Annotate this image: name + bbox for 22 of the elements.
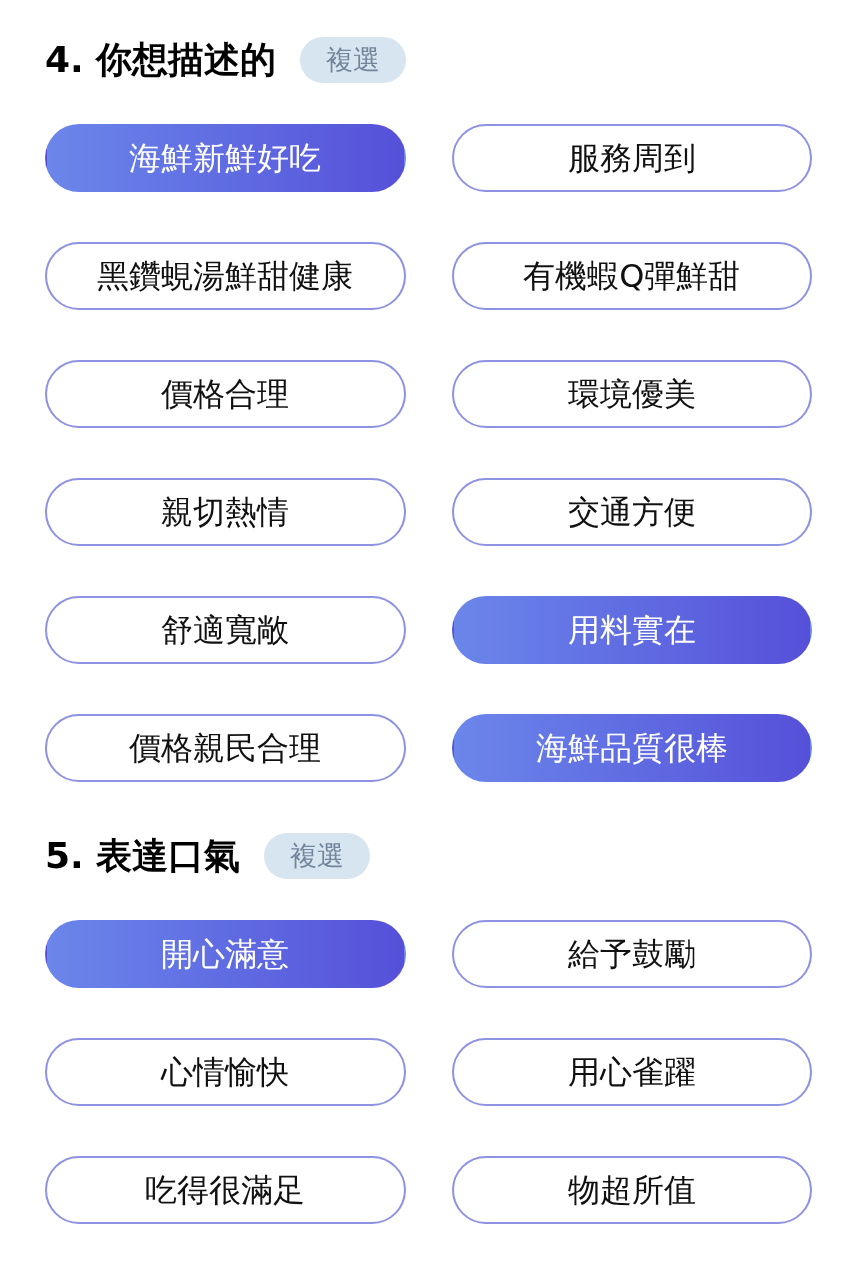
- option-chip[interactable]: 用料實在: [451, 596, 812, 664]
- option-chip[interactable]: 舒適寬敞: [45, 596, 406, 664]
- option-chip[interactable]: 親切熱情: [45, 478, 406, 546]
- option-chip[interactable]: 海鮮新鮮好吃: [45, 124, 406, 192]
- option-chip[interactable]: 吃得很滿足: [45, 1156, 406, 1224]
- option-chip[interactable]: 交通方便: [451, 478, 812, 546]
- option-chip[interactable]: 有機蝦Q彈鮮甜: [451, 242, 812, 310]
- option-chip[interactable]: 用心雀躍: [451, 1038, 812, 1106]
- option-chip[interactable]: 黑鑽蜆湯鮮甜健康: [45, 242, 406, 310]
- option-chip[interactable]: 開心滿意: [45, 920, 406, 988]
- multi-select-tag: 複選: [300, 37, 407, 83]
- option-chip[interactable]: 服務周到: [451, 124, 812, 192]
- option-chip[interactable]: 價格合理: [45, 360, 406, 428]
- option-chip[interactable]: 給予鼓勵: [451, 920, 812, 988]
- option-chip[interactable]: 心情愉快: [45, 1038, 406, 1106]
- section-title: 4. 你想描述的: [45, 42, 277, 78]
- multi-select-tag: 複選: [264, 833, 371, 879]
- option-chip[interactable]: 物超所值: [451, 1156, 812, 1224]
- option-chip[interactable]: 價格親民合理: [45, 714, 406, 782]
- option-chip[interactable]: 海鮮品質很棒: [451, 714, 812, 782]
- option-chip[interactable]: 環境優美: [451, 360, 812, 428]
- section-title: 5. 表達口氣: [45, 838, 241, 874]
